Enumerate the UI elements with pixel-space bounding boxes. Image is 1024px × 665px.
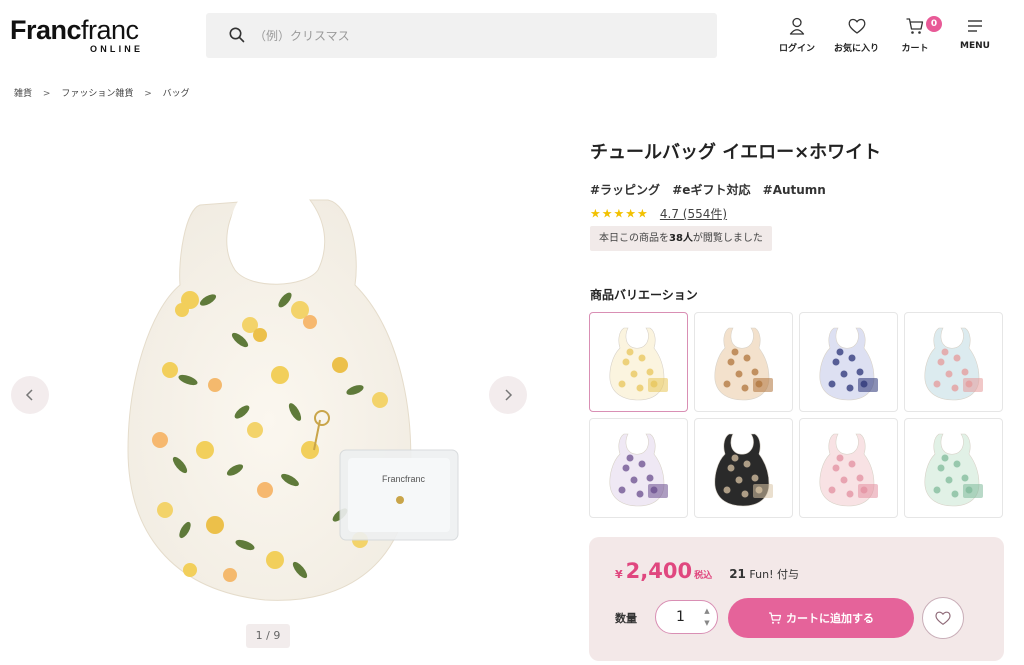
variation-thumbnail[interactable] <box>904 418 1003 518</box>
gallery-pager: 1 / 9 <box>246 624 290 648</box>
chevron-down-icon[interactable]: ▼ <box>702 618 712 628</box>
purchase-box: ¥2,400 税込 21 Fun! 付与 数量 1 ▲ ▼ カートに追加する <box>589 537 1004 661</box>
review-link[interactable]: 4.7 (554件) <box>660 207 727 221</box>
variations-heading: 商品バリエーション <box>590 288 698 302</box>
heart-icon <box>935 611 951 625</box>
favorites-label: お気に入り <box>834 44 880 54</box>
variation-thumbnail[interactable] <box>799 418 898 518</box>
tag-link[interactable]: #ラッピング <box>590 183 660 197</box>
variation-bag-image <box>714 327 773 401</box>
product-title: チュールバッグ イエロー×ホワイト <box>590 142 882 163</box>
breadcrumb-separator: > <box>144 89 152 99</box>
variation-thumbnail[interactable] <box>694 312 793 412</box>
tax-label: 税込 <box>694 571 713 581</box>
site-header: Francfranc ONLINE ログイン お気に入り 0 カート <box>0 0 1024 70</box>
favorite-button[interactable] <box>922 597 964 639</box>
breadcrumb-item[interactable]: 雑貨 <box>14 89 32 99</box>
currency-symbol: ¥ <box>615 568 623 581</box>
variation-grid <box>589 312 1004 520</box>
variation-thumbnail[interactable] <box>589 312 688 412</box>
variation-thumbnail[interactable] <box>694 418 793 518</box>
hamburger-menu-icon <box>967 20 982 32</box>
variation-bag-image <box>609 327 668 401</box>
product-gallery: Francfranc <box>10 150 530 660</box>
chevron-right-icon <box>505 389 513 401</box>
svg-text:Francfranc: Francfranc <box>382 474 426 484</box>
product-tags: #ラッピング #eギフト対応 #Autumn <box>590 181 834 198</box>
fun-points: 21 Fun! 付与 <box>729 567 799 581</box>
breadcrumb-item[interactable]: バッグ <box>163 89 190 99</box>
search-icon[interactable] <box>228 26 246 44</box>
price-value: 2,400 <box>625 559 693 583</box>
product-main-image: Francfranc <box>127 182 459 601</box>
gallery-prev-button[interactable] <box>11 376 49 414</box>
favorites-nav[interactable]: お気に入り <box>834 16 879 54</box>
search-bar <box>206 13 717 58</box>
variation-bag-image <box>819 327 878 401</box>
login-label: ログイン <box>779 44 816 54</box>
logo-wordmark: Francfranc <box>10 15 139 45</box>
product-rating: ★★★★★ 4.7 (554件) <box>590 203 727 222</box>
cart-count-badge: 0 <box>926 16 942 32</box>
breadcrumb: 雑貨 > ファッション雑貨 > バッグ <box>14 86 190 99</box>
variation-bag-image <box>819 433 878 507</box>
cart-plus-icon <box>769 612 782 624</box>
add-to-cart-label: カートに追加する <box>786 612 874 625</box>
star-rating-icon: ★★★★★ <box>590 206 649 221</box>
chevron-up-icon[interactable]: ▲ <box>702 606 712 616</box>
quantity-value[interactable]: 1 <box>676 609 685 625</box>
heart-icon <box>848 18 865 34</box>
user-icon <box>789 17 805 35</box>
menu-nav[interactable]: MENU <box>960 16 990 51</box>
variation-bag-image <box>609 433 668 507</box>
menu-label: MENU <box>960 41 990 51</box>
gallery-next-button[interactable] <box>489 376 527 414</box>
chevron-left-icon <box>25 389 33 401</box>
breadcrumb-item[interactable]: ファッション雑貨 <box>61 89 133 99</box>
add-to-cart-button[interactable]: カートに追加する <box>728 598 914 638</box>
francfranc-logo[interactable]: Francfranc ONLINE <box>10 14 160 56</box>
variation-thumbnail[interactable] <box>799 312 898 412</box>
variation-bag-image <box>924 433 983 507</box>
login-nav[interactable]: ログイン <box>779 16 815 54</box>
breadcrumb-separator: > <box>42 89 51 99</box>
price-line: ¥2,400 税込 21 Fun! 付与 <box>615 559 799 583</box>
cart-label: カート <box>901 44 929 54</box>
quantity-label: 数量 <box>615 612 637 625</box>
tag-link[interactable]: #eギフト対応 <box>672 183 750 197</box>
views-badge: 本日この商品を38人が閲覧しました <box>590 226 772 251</box>
quantity-stepper[interactable]: 1 ▲ ▼ <box>655 600 718 634</box>
cart-icon <box>906 18 924 34</box>
variation-bag-image <box>714 433 773 507</box>
variation-thumbnail[interactable] <box>904 312 1003 412</box>
tag-link[interactable]: #Autumn <box>763 183 826 197</box>
variation-thumbnail[interactable] <box>589 418 688 518</box>
search-input[interactable] <box>254 13 694 58</box>
variation-bag-image <box>924 327 983 401</box>
cart-nav[interactable]: 0 カート <box>900 16 942 54</box>
logo-subtitle: ONLINE <box>90 44 144 54</box>
